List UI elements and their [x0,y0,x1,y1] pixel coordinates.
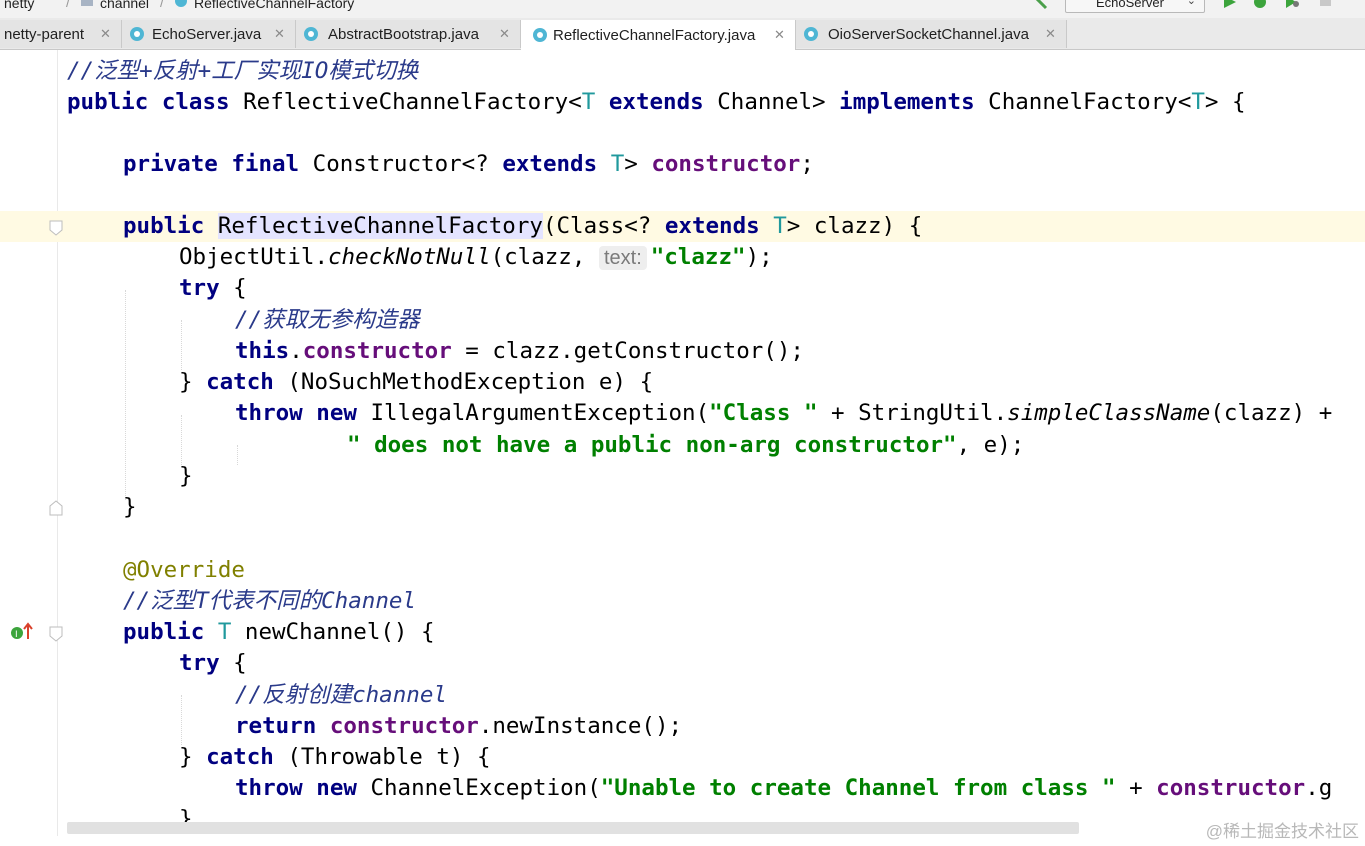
code-line[interactable]: public T newChannel() { [0,617,1365,648]
code-text: public T newChannel() { [123,619,435,645]
breadcrumb-netty[interactable]: netty [4,0,34,11]
close-icon[interactable]: ✕ [1045,26,1056,42]
tab-oio-server-socket-channel[interactable]: OioServerSocketChannel.java ✕ [796,20,1067,48]
tab-label: netty-parent [4,26,85,43]
class-icon [304,27,318,41]
close-icon[interactable]: ✕ [499,26,510,42]
annotation: @Override [123,557,245,583]
code-line[interactable]: public class ReflectiveChannelFactory<T … [0,87,1365,118]
code-text: throw new IllegalArgumentException("Clas… [235,400,1333,426]
implements-method-icon[interactable]: I [10,621,34,643]
tab-label: ReflectiveChannelFactory.java [553,27,756,44]
class-icon [804,27,818,41]
code-line[interactable]: } [0,804,1365,822]
fold-toggle-icon[interactable] [49,220,63,236]
breadcrumb-separator: / [66,0,70,10]
code-line[interactable]: try { [0,648,1365,679]
run-configuration-label: EchoServer [1096,0,1164,10]
tab-echoserver[interactable]: EchoServer.java ✕ [122,20,296,48]
watermark: @稀土掘金技术社区 [1205,822,1359,841]
close-icon[interactable]: ✕ [774,27,785,43]
code-text: } [123,494,137,520]
breadcrumb-class[interactable]: ReflectiveChannelFactory [194,0,354,11]
code-text: ObjectUtil.checkNotNull(clazz, text: "cla… [179,244,773,270]
code-text: } [179,806,193,822]
current-line[interactable]: public ReflectiveChannelFactory(Class<? … [0,211,1365,242]
comment: //泛型+反射+工厂实现IO模式切换 [67,58,419,84]
fold-toggle-icon[interactable] [49,626,63,642]
code-line[interactable]: //获取无参构造器 [0,305,1365,336]
stop-icon[interactable] [1318,0,1334,12]
code-line[interactable]: private final Constructor<? extends T> c… [0,149,1365,180]
code-text: throw new ChannelException("Unable to cr… [235,775,1333,801]
code-line[interactable]: this.constructor = clazz.getConstructor(… [0,336,1365,367]
code-line[interactable]: " does not have a public non-arg constru… [0,430,1365,461]
code-text: } [179,463,193,489]
editor-bottom-strip [0,836,1365,846]
code-line[interactable]: } [0,461,1365,492]
parameter-hint: text: [598,246,647,270]
run-configuration-select[interactable]: EchoServer ⌄ [1065,0,1205,13]
editor-tab-bar: netty-parent ✕ EchoServer.java ✕ Abstrac… [0,18,1365,50]
code-text: return constructor.newInstance(); [235,713,683,739]
tab-label: OioServerSocketChannel.java [828,26,1029,43]
code-line[interactable]: //反射创建channel [0,680,1365,711]
fold-end-icon[interactable] [49,500,63,516]
breadcrumb-separator: / [160,0,164,10]
hammer-build-icon[interactable] [1034,0,1050,12]
code-text: } catch (NoSuchMethodException e) { [179,369,654,395]
code-text: " does not have a public non-arg constru… [347,432,1025,458]
code-line[interactable]: return constructor.newInstance(); [0,711,1365,742]
code-line[interactable]: @Override [0,555,1365,586]
code-line[interactable]: throw new IllegalArgumentException("Clas… [0,398,1365,429]
comment: //获取无参构造器 [235,307,420,333]
run-with-coverage-icon[interactable] [1284,0,1300,12]
code-line[interactable]: //泛型+反射+工厂实现IO模式切换 [0,56,1365,87]
chevron-down-icon: ⌄ [1186,0,1196,7]
code-line[interactable]: throw new ChannelException("Unable to cr… [0,773,1365,804]
breadcrumb-channel[interactable]: channel [100,0,149,11]
class-icon [130,27,144,41]
comment: //反射创建channel [235,682,447,708]
code-text: this.constructor = clazz.getConstructor(… [235,338,804,364]
horizontal-scrollbar[interactable] [67,822,1079,834]
run-icon[interactable] [1222,0,1238,12]
code-text: public ReflectiveChannelFactory(Class<? … [123,213,923,239]
folder-icon [80,0,94,8]
tab-label: AbstractBootstrap.java [328,26,479,43]
class-icon [533,28,547,42]
code-text: } catch (Throwable t) { [179,744,491,770]
tab-netty-parent[interactable]: netty-parent ✕ [0,20,122,48]
tab-abstract-bootstrap[interactable]: AbstractBootstrap.java ✕ [296,20,521,48]
comment: //泛型T代表不同的Channel [123,588,416,614]
code-editor[interactable]: //泛型+反射+工厂实现IO模式切换 public class Reflecti… [0,50,1365,846]
tab-reflective-channel-factory[interactable]: ReflectiveChannelFactory.java ✕ [521,20,796,50]
code-line[interactable]: } [0,492,1365,523]
class-icon [174,0,188,8]
code-text: public class ReflectiveChannelFactory<T … [67,89,1246,115]
code-line[interactable]: ObjectUtil.checkNotNull(clazz, text: "cla… [0,242,1365,273]
code-text: try { [179,275,247,301]
close-icon[interactable]: ✕ [274,26,285,42]
code-text: private final Constructor<? extends T> c… [123,151,814,177]
navigation-bar: netty / channel / ReflectiveChannelFacto… [0,0,1365,18]
code-line[interactable]: } catch (NoSuchMethodException e) { [0,367,1365,398]
code-line[interactable]: } catch (Throwable t) { [0,742,1365,773]
close-icon[interactable]: ✕ [100,26,111,42]
identifier-highlight: ReflectiveChannelFactory [217,213,543,239]
svg-text:I: I [15,630,18,640]
debug-icon[interactable] [1252,0,1268,12]
code-line[interactable]: try { [0,273,1365,304]
code-line[interactable]: //泛型T代表不同的Channel [0,586,1365,617]
tab-label: EchoServer.java [152,26,262,43]
code-text: try { [179,650,247,676]
